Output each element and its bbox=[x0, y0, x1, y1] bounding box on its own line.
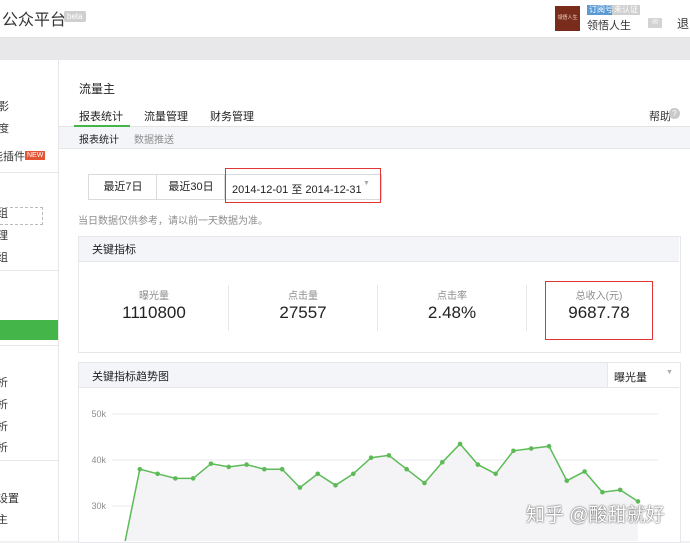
page-title: 流量主 bbox=[79, 82, 116, 96]
tab-finance[interactable]: 财务管理 bbox=[210, 108, 254, 124]
last-7-days-button[interactable]: 最近7日 bbox=[88, 174, 158, 200]
sidebar-divider bbox=[0, 270, 58, 271]
avatar[interactable]: 领悟人生 bbox=[555, 6, 580, 31]
data-point bbox=[422, 480, 427, 486]
sidebar-item[interactable]: 组 bbox=[0, 249, 8, 265]
kpi-label-clicks: 点击量 bbox=[288, 291, 318, 302]
sidebar-item[interactable]: 析 bbox=[0, 374, 8, 390]
last-30-days-button[interactable]: 最近30日 bbox=[156, 174, 226, 200]
data-point bbox=[137, 466, 143, 472]
y-tick-label: 30k bbox=[91, 501, 106, 511]
envelope-icon[interactable]: ✉ bbox=[648, 18, 662, 28]
sidebar: 影 度 能插件 NEW 组 理 组 析 析 析 析 设置 主 bbox=[0, 60, 59, 541]
logout-link[interactable]: 退 bbox=[677, 15, 689, 32]
data-point bbox=[617, 487, 623, 493]
data-point bbox=[244, 462, 249, 467]
data-notice: 当日数据仅供参考，请以前一天数据为准。 bbox=[78, 216, 268, 227]
verify-badge: 未认证 bbox=[612, 5, 640, 15]
y-tick-label: 50k bbox=[91, 409, 106, 419]
subscription-badge: 订阅号 bbox=[587, 5, 615, 15]
data-point bbox=[155, 471, 160, 477]
sidebar-item[interactable]: 度 bbox=[0, 120, 9, 136]
data-point bbox=[546, 443, 552, 449]
data-point bbox=[297, 485, 303, 490]
beta-badge: beta bbox=[64, 11, 86, 22]
data-point bbox=[333, 483, 338, 488]
sidebar-item-plugin[interactable]: 能插件 bbox=[0, 148, 25, 164]
kpi-label-ctr: 点击率 bbox=[437, 291, 467, 302]
data-point bbox=[208, 461, 214, 466]
trend-title: 关键指标趋势图 bbox=[92, 371, 169, 383]
sidebar-item-active[interactable] bbox=[0, 320, 58, 340]
kpi-value-ctr: 2.48% bbox=[427, 303, 477, 322]
sidebar-item[interactable]: 析 bbox=[0, 418, 8, 434]
platform-title[interactable]: 公众平台 bbox=[2, 6, 66, 30]
data-point bbox=[528, 446, 534, 451]
date-range-value: 2014-12-01 至 2014-12-31 bbox=[232, 184, 362, 196]
y-tick-label: 40k bbox=[91, 455, 106, 465]
data-point bbox=[279, 466, 285, 472]
data-point bbox=[493, 471, 498, 477]
header-band bbox=[0, 38, 690, 60]
sidebar-divider bbox=[0, 460, 58, 461]
tab-report[interactable]: 报表统计 bbox=[79, 108, 123, 124]
kpi-value-impressions: 1110800 bbox=[122, 303, 186, 322]
data-point bbox=[404, 466, 409, 472]
data-point bbox=[386, 453, 392, 458]
kpi-label-impressions: 曝光量 bbox=[139, 291, 169, 302]
chevron-down-icon: ▼ bbox=[666, 369, 673, 376]
sidebar-item[interactable]: 组 bbox=[0, 205, 8, 221]
sidebar-item[interactable]: 析 bbox=[0, 439, 8, 455]
kpi-title: 关键指标 bbox=[92, 244, 136, 256]
watermark: 知乎 @酸甜就好 bbox=[526, 505, 665, 526]
sidebar-divider bbox=[0, 172, 58, 173]
data-point bbox=[439, 460, 445, 465]
sidebar-divider bbox=[0, 345, 58, 346]
data-point bbox=[564, 478, 570, 483]
subtab-push[interactable]: 数据推送 bbox=[134, 131, 174, 146]
data-point bbox=[457, 441, 463, 447]
sidebar-item[interactable]: 主 bbox=[0, 511, 8, 527]
new-badge: NEW bbox=[25, 151, 46, 160]
kpi-header bbox=[79, 237, 679, 262]
data-point bbox=[475, 462, 481, 467]
chevron-down-icon: ▼ bbox=[363, 180, 370, 187]
question-icon[interactable]: ? bbox=[669, 108, 680, 119]
sidebar-item[interactable]: 理 bbox=[0, 227, 8, 243]
kpi-value-clicks: 27557 bbox=[279, 303, 327, 322]
sidebar-item[interactable]: 设置 bbox=[0, 490, 19, 506]
data-point bbox=[173, 476, 178, 481]
income-highlight-box bbox=[545, 281, 653, 340]
trend-header bbox=[79, 363, 679, 388]
sidebar-item[interactable]: 影 bbox=[0, 98, 9, 114]
metric-select-value: 曝光量 bbox=[614, 372, 647, 384]
data-point bbox=[315, 471, 321, 477]
data-point bbox=[368, 455, 374, 460]
data-point bbox=[226, 464, 232, 470]
help-link[interactable]: 帮助 bbox=[649, 108, 671, 124]
data-point bbox=[511, 448, 516, 454]
data-point bbox=[582, 469, 587, 474]
sidebar-item[interactable]: 析 bbox=[0, 396, 8, 412]
data-point bbox=[190, 476, 196, 481]
account-name[interactable]: 领悟人生 bbox=[587, 17, 631, 33]
tab-traffic[interactable]: 流量管理 bbox=[144, 108, 188, 124]
data-point bbox=[600, 489, 605, 495]
data-point bbox=[262, 466, 267, 472]
subtab-report[interactable]: 报表统计 bbox=[79, 131, 119, 146]
data-point bbox=[351, 471, 356, 477]
